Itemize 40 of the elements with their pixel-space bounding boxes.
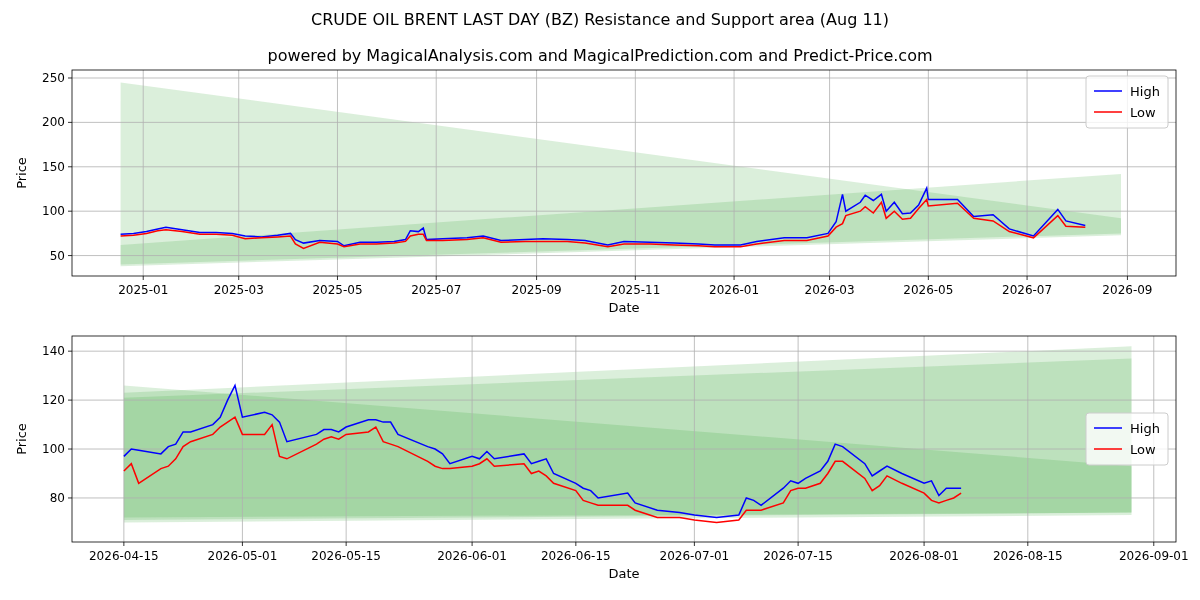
tick-label: 2026-06-01 — [437, 549, 507, 563]
tick-label: 2026-07 — [1002, 283, 1053, 297]
tick-label: 200 — [42, 115, 65, 130]
tick-label: 2026-08-01 — [889, 549, 959, 563]
legend-label: Low — [1130, 442, 1156, 457]
tick-label: 2025-11 — [610, 283, 661, 297]
tick-label: 250 — [42, 71, 65, 85]
axis-label: Date — [608, 566, 640, 581]
chart-title: CRUDE OIL BRENT LAST DAY (BZ) Resistance and Support area (Aug 11) — [311, 10, 889, 30]
tick-label: 2025-05 — [312, 283, 363, 297]
legend-label: High — [1130, 84, 1160, 99]
tick-label: 2025-09 — [511, 283, 562, 297]
tick-label: 2025-07 — [411, 283, 462, 297]
tick-label: 120 — [42, 393, 65, 408]
tick-label: 100 — [42, 204, 65, 219]
chart-subtitle: powered by MagicalAnalysis.com and MagicalPrediction.com and Predict-Price.com — [267, 46, 933, 66]
tick-label: 2026-09 — [1102, 283, 1153, 297]
tick-label: 2026-05 — [903, 283, 954, 297]
tick-label: 50 — [49, 248, 65, 263]
axis-label: Date — [608, 300, 640, 315]
tick-label: 150 — [42, 159, 65, 174]
tick-label: 2026-07-01 — [659, 549, 730, 563]
tick-label: 2026-09-01 — [1118, 549, 1189, 563]
axis-label: Price — [14, 157, 29, 189]
tick-label: 2025-01 — [118, 283, 169, 297]
tick-label: 100 — [42, 442, 65, 457]
legend-label: High — [1130, 421, 1160, 436]
legend-label: Low — [1130, 105, 1156, 120]
axis-label: Price — [14, 423, 29, 455]
tick-label: 2026-01 — [709, 283, 760, 297]
tick-label: 2026-03 — [804, 283, 855, 297]
tick-label: 2026-05-15 — [311, 549, 381, 563]
tick-label: 80 — [49, 490, 65, 505]
tick-label: 140 — [42, 344, 65, 359]
tick-label: 2026-07-15 — [763, 549, 833, 563]
tick-label: 2026-04-15 — [89, 549, 159, 563]
tick-label: 2025-03 — [213, 283, 264, 297]
tick-label: 2026-08-15 — [992, 549, 1063, 563]
tick-label: 2026-05-01 — [207, 549, 278, 563]
tick-label: 2026-06-15 — [540, 549, 611, 563]
